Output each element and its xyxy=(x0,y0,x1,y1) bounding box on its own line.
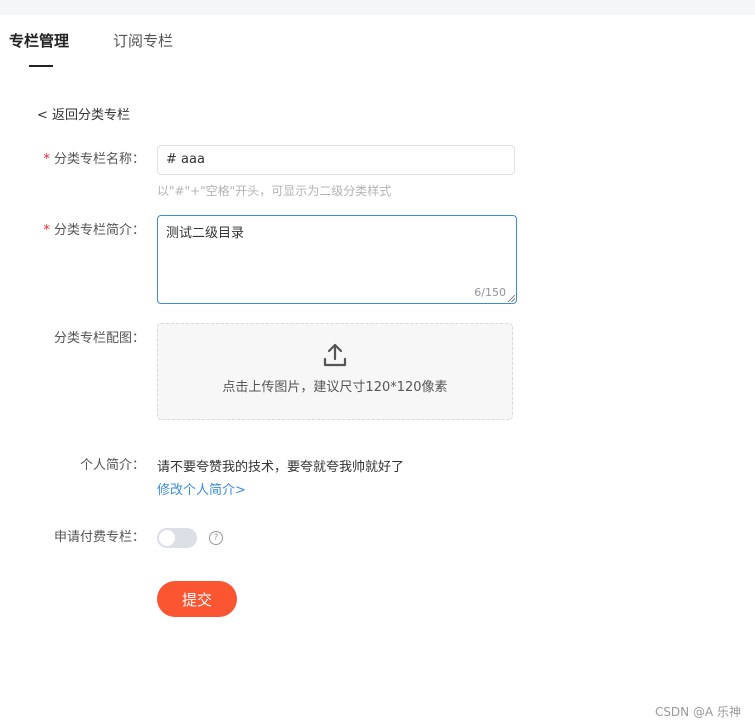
watermark: CSDN @A 乐神 xyxy=(654,705,741,719)
column-description-value: 测试二级目录 xyxy=(166,226,245,241)
char-counter: 6/150 xyxy=(474,286,506,299)
upload-icon xyxy=(323,343,347,367)
paid-column-label: 申请付费专栏： xyxy=(53,530,145,545)
resize-grip-icon[interactable] xyxy=(508,295,515,302)
required-mark: * xyxy=(43,152,50,167)
submit-button[interactable]: 提交 xyxy=(157,581,237,617)
required-mark: * xyxy=(43,223,50,238)
paid-column-toggle[interactable] xyxy=(157,528,197,548)
tab-bar: 专栏管理 订阅专栏 xyxy=(0,15,755,75)
personal-intro-text: 请不要夸赞我的技术，要夸就夸我帅就好了 xyxy=(157,460,405,475)
column-name-input[interactable]: # aaa xyxy=(157,145,515,175)
edit-personal-intro-link[interactable]: 修改个人简介> xyxy=(157,479,246,498)
column-description-textarea[interactable]: 测试二级目录 6/150 xyxy=(157,215,517,304)
back-to-categories-link[interactable]: < 返回分类专栏 xyxy=(37,104,130,123)
active-tab-indicator xyxy=(29,65,53,67)
name-field-label: * 分类专栏名称： xyxy=(0,151,145,169)
desc-field-label: * 分类专栏简介： xyxy=(0,222,145,240)
tab-subscribed-columns[interactable]: 订阅专栏 xyxy=(113,31,173,51)
desc-field-label-text: 分类专栏简介： xyxy=(53,223,145,238)
column-name-hint: 以"#"+"空格"开头，可显示为二级分类样式 xyxy=(157,184,392,198)
upload-instruction: 点击上传图片，建议尺寸120*120像素 xyxy=(222,380,448,395)
name-field-label-text: 分类专栏名称： xyxy=(53,152,145,167)
top-strip xyxy=(0,0,755,15)
image-upload-area[interactable]: 点击上传图片，建议尺寸120*120像素 xyxy=(157,323,513,420)
image-field-label: 分类专栏配图： xyxy=(53,331,145,346)
personal-intro-label: 个人简介： xyxy=(79,458,145,473)
help-icon[interactable]: ? xyxy=(209,531,223,545)
toggle-knob xyxy=(159,530,175,546)
tab-column-management[interactable]: 专栏管理 xyxy=(9,31,69,51)
